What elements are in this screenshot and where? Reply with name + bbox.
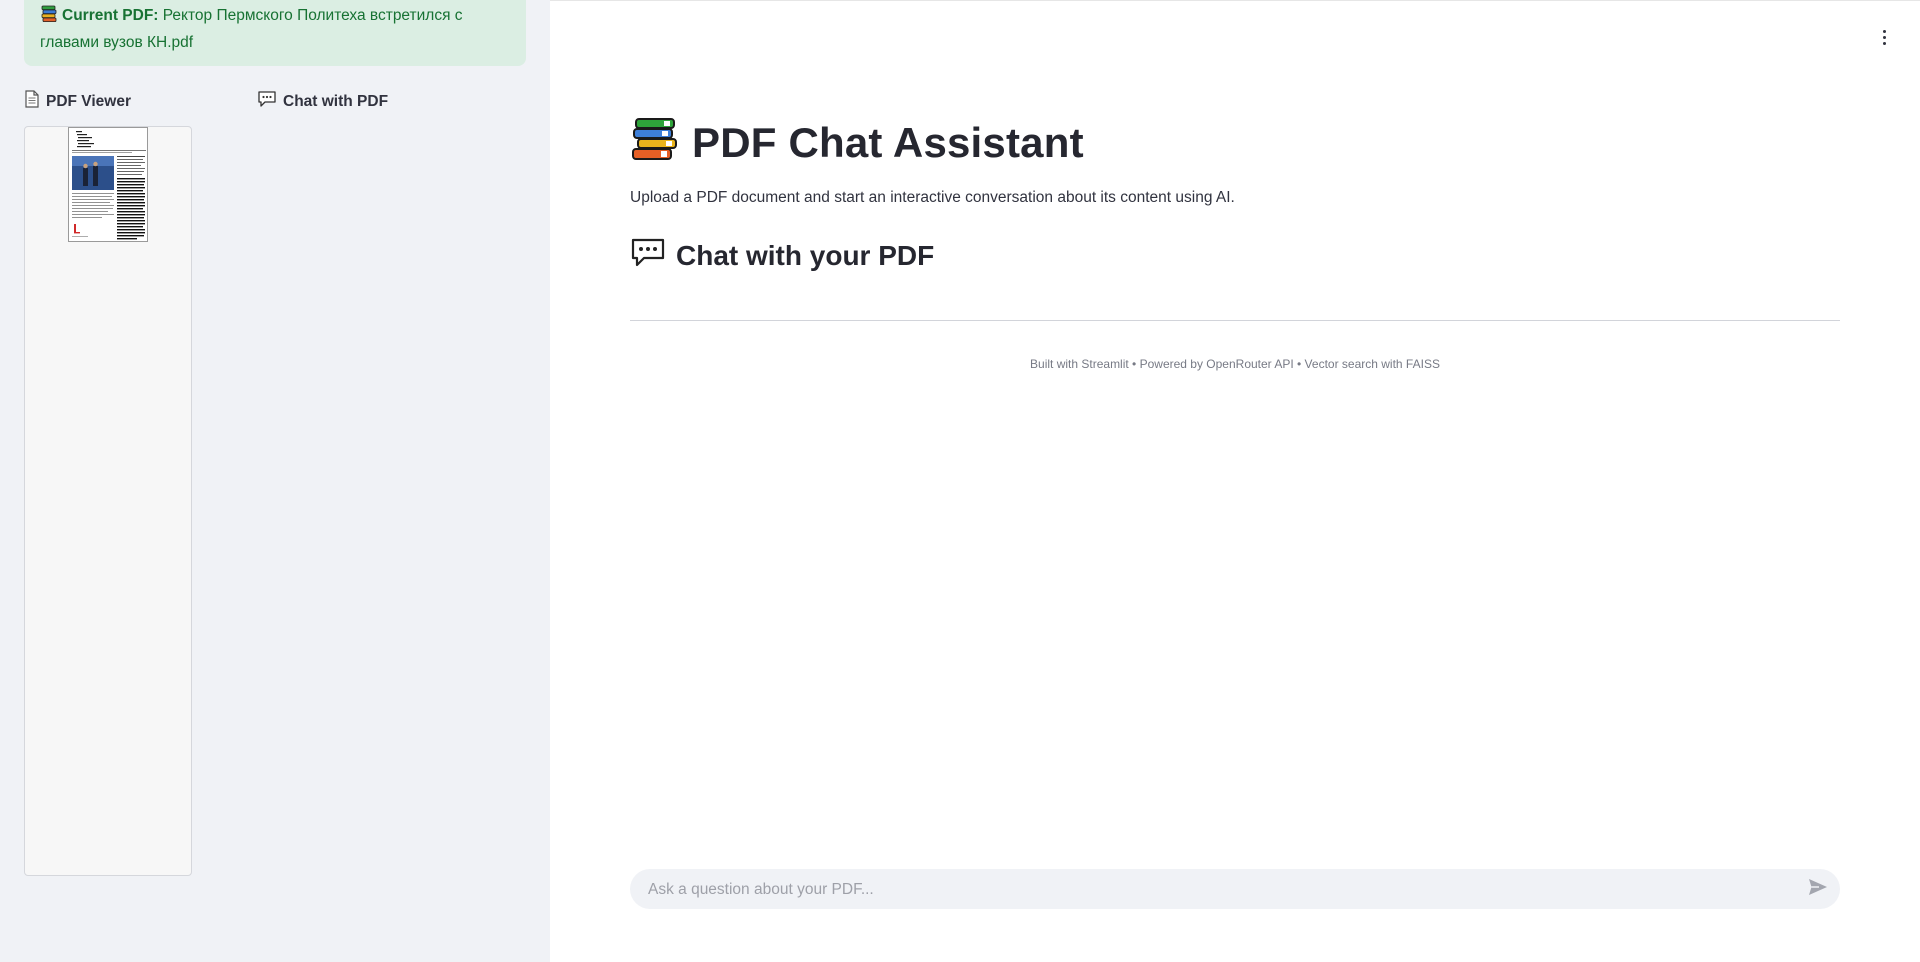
current-pdf-alert: Current PDF: Ректор Пермского Политеха в… — [24, 0, 526, 66]
divider — [630, 320, 1840, 321]
tab-pdf-viewer[interactable]: PDF Viewer — [24, 90, 131, 113]
section-header: Chat with your PDF — [630, 237, 934, 274]
kebab-dot — [1882, 41, 1886, 45]
page-icon — [24, 90, 40, 113]
page-title: PDF Chat Assistant — [692, 118, 1084, 166]
sidebar: Current PDF: Ректор Пермского Политеха в… — [0, 0, 550, 962]
pdf-viewer-panel[interactable] — [24, 126, 192, 876]
tab-chat-with-pdf[interactable]: Chat with PDF — [257, 90, 388, 113]
footer-text: Built with Streamlit • Powered by OpenRo… — [1030, 357, 1440, 371]
kebab-dot — [1882, 29, 1886, 33]
pdf-page-thumbnail[interactable] — [68, 127, 148, 242]
send-icon — [1808, 878, 1828, 901]
tab-pdf-viewer-label: PDF Viewer — [46, 92, 132, 110]
speech-balloon-icon — [630, 237, 666, 274]
books-icon — [40, 5, 58, 31]
current-pdf-label: Current PDF: — [62, 7, 159, 24]
page-subtitle: Upload a PDF document and start an inter… — [630, 189, 1235, 206]
app-root: Current PDF: Ректор Пермского Политеха в… — [0, 0, 1920, 962]
title-row: PDF Chat Assistant — [630, 117, 1084, 168]
kebab-dot — [1882, 35, 1886, 39]
tab-chat-with-pdf-label: Chat with PDF — [283, 92, 389, 110]
chat-input-container — [630, 869, 1840, 911]
books-icon — [630, 117, 678, 168]
main-content: PDF Chat Assistant Upload a PDF document… — [550, 0, 1920, 962]
speech-balloon-icon — [257, 90, 277, 113]
chat-input[interactable] — [646, 869, 1790, 911]
section-title: Chat with your PDF — [676, 239, 935, 271]
main-menu-button[interactable] — [1876, 25, 1892, 49]
send-button[interactable] — [1806, 877, 1830, 901]
